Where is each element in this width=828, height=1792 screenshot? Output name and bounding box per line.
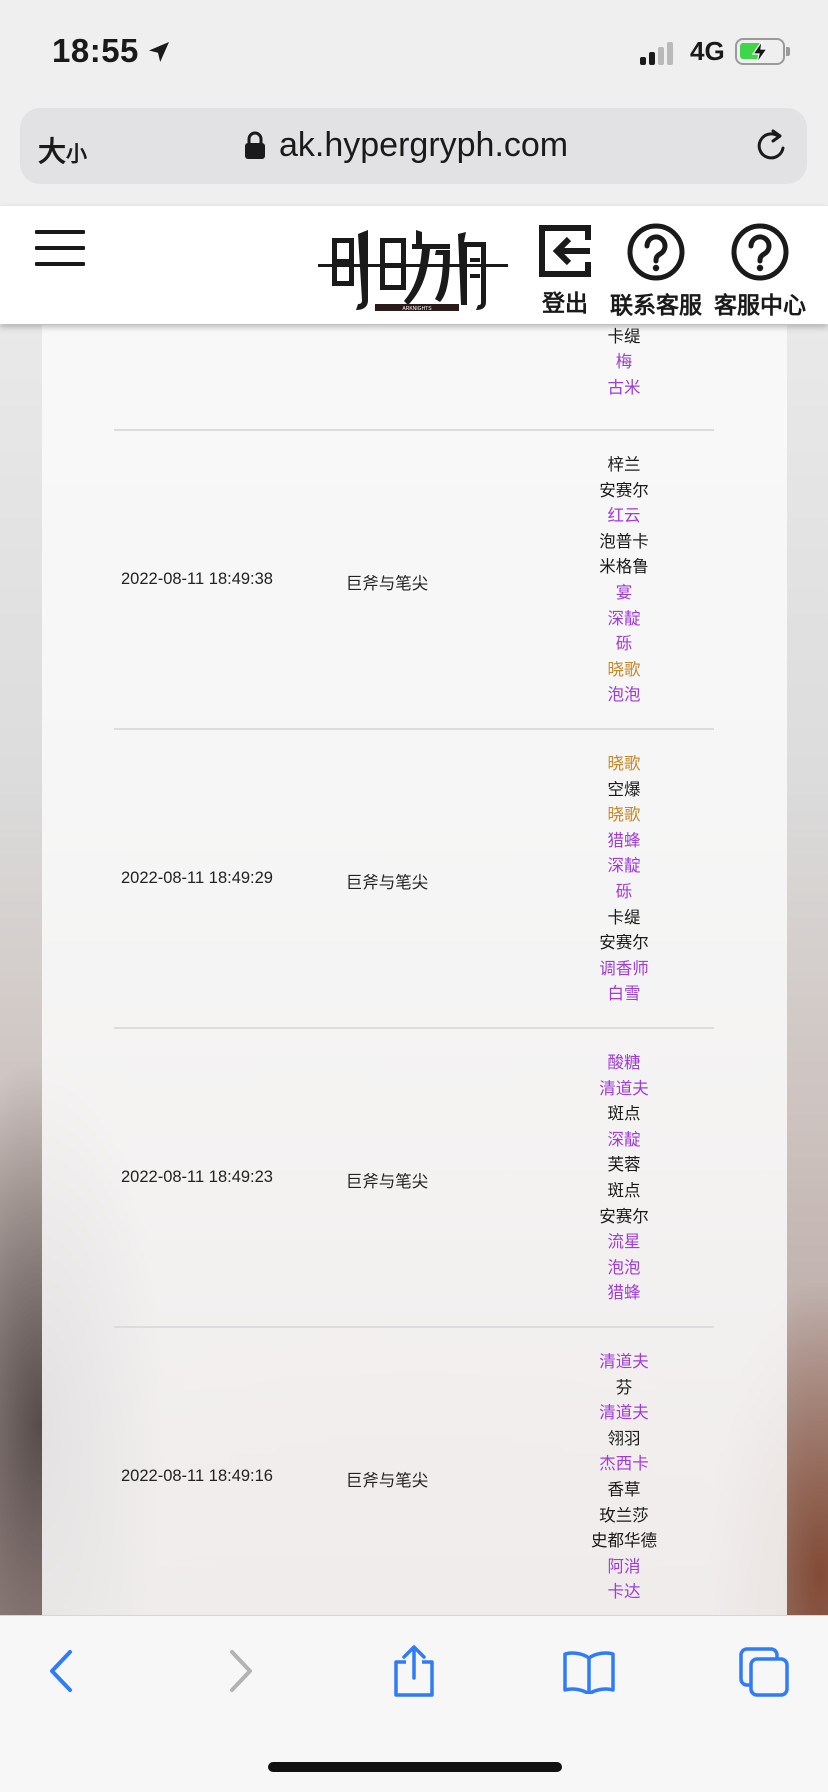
operator-name: 卡达 [607,1583,641,1602]
contact-support-button[interactable]: 联系客服 [610,222,702,320]
operator-name: 阿消 [607,1557,641,1576]
operator-name: 调香师 [599,959,649,978]
battery-charging-icon [735,38,790,65]
operator-name: 深靛 [607,609,641,628]
operator-name: 红云 [607,507,641,526]
operator-name: 古米 [607,378,641,397]
row-divider [114,1326,714,1328]
question-circle-icon [731,223,789,281]
network-type: 4G [690,36,725,66]
operator-name: 猎蜂 [607,831,641,850]
status-time: 18:55 [52,32,139,69]
forward-icon[interactable] [224,1648,258,1694]
record-time: 2022-08-11 18:49:23 [121,1168,273,1186]
operator-name: 芬 [615,1378,633,1397]
address-bar[interactable]: 大小 ak.hypergryph.com [20,108,807,184]
operator-name: 泡泡 [607,1258,641,1277]
text-size-button[interactable]: 大小 [38,130,87,170]
operator-name: 杰西卡 [599,1455,649,1474]
operator-name: 泡普卡 [599,532,649,551]
operator-name: 深靛 [607,1130,641,1149]
row-divider [114,1027,714,1029]
operator-name: 深靛 [607,857,641,876]
row-divider [114,429,714,431]
svg-text:ARKNIGHTS: ARKNIGHTS [402,306,432,312]
operator-name: 翎羽 [607,1429,641,1448]
record-time: 2022-08-11 18:49:38 [121,570,273,588]
text-size-small-label: 小 [66,143,88,166]
operator-name: 米格鲁 [599,558,649,577]
operator-list: 梓兰 安赛尔 红云 泡普卡 米格鲁 宴 深靛 砾 晓歌 泡泡 [564,453,684,709]
record-time: 2022-08-11 18:49:29 [121,869,273,887]
question-circle-icon [627,223,685,281]
operator-name: 晓歌 [607,660,641,679]
operator-name: 砾 [615,882,633,901]
bookmarks-icon[interactable] [562,1650,616,1694]
operator-name: 清道夫 [599,1079,649,1098]
operator-name: 酸糖 [607,1054,641,1072]
gacha-record-list[interactable]: 卡缇 梅 古米 2022-08-11 18:49:38 巨斧与笔尖 梓兰 安赛尔… [42,325,787,1615]
operator-name: 空爆 [607,780,641,799]
text-size-large-label: 大 [38,136,67,167]
record-pool: 巨斧与笔尖 [345,1173,429,1191]
home-indicator [268,1762,562,1772]
back-icon[interactable] [44,1648,78,1694]
operator-name: 梓兰 [607,456,641,474]
operator-list: 清道夫 芬 清道夫 翎羽 杰西卡 香草 玫兰莎 史都华德 阿消 卡达 [564,1350,684,1606]
operator-name: 清道夫 [599,1353,649,1371]
row-divider [114,728,714,730]
status-bar: 18:55 4G [0,0,828,100]
operator-name: 梅 [615,353,633,372]
operator-name: 斑点 [607,1105,641,1124]
share-icon[interactable] [392,1644,436,1698]
record-pool: 巨斧与笔尖 [345,1472,429,1490]
operator-name: 卡缇 [607,908,641,927]
operator-name: 晓歌 [607,806,641,825]
site-header: ARKNIGHTS 登出 联系客服 客服中心 [0,206,828,324]
record-pool: 巨斧与笔尖 [345,874,429,892]
operator-list: 卡缇 梅 古米 [564,325,684,401]
operator-name: 玫兰莎 [599,1506,649,1525]
operator-name: 流星 [607,1233,641,1252]
reload-icon[interactable] [754,128,790,164]
contact-support-label: 联系客服 [610,292,702,318]
operator-name: 安赛尔 [599,481,649,500]
operator-name: 安赛尔 [599,1207,649,1226]
help-center-label: 客服中心 [714,292,806,318]
operator-name: 宴 [615,583,633,602]
logout-button[interactable]: 登出 [536,222,594,318]
menu-icon[interactable] [35,230,85,266]
operator-list: 晓歌 空爆 晓歌 猎蜂 深靛 砾 卡缇 安赛尔 调香师 白雪 [564,752,684,1008]
operator-name: 清道夫 [599,1404,649,1423]
record-time: 2022-08-11 18:49:16 [121,1467,273,1485]
operator-name: 安赛尔 [599,934,649,953]
operator-name: 猎蜂 [607,1284,641,1303]
tabs-icon[interactable] [738,1646,790,1698]
operator-name: 泡泡 [607,686,641,705]
operator-name: 晓歌 [607,755,641,773]
arknights-logo[interactable]: ARKNIGHTS [318,220,508,320]
operator-name: 白雪 [607,985,641,1004]
url-text[interactable]: ak.hypergryph.com [279,126,568,165]
location-arrow-icon [149,42,169,62]
help-center-button[interactable]: 客服中心 [714,222,806,320]
operator-name: 斑点 [607,1181,641,1200]
operator-name: 香草 [607,1480,641,1499]
operator-name: 史都华德 [591,1532,657,1551]
logout-icon [539,225,591,277]
operator-name: 芙蓉 [607,1156,641,1175]
lock-icon [245,131,265,159]
operator-list: 酸糖 清道夫 斑点 深靛 芙蓉 斑点 安赛尔 流星 泡泡 猎蜂 [564,1051,684,1307]
operator-name: 砾 [615,635,633,654]
record-pool: 巨斧与笔尖 [345,575,429,593]
operator-name: 卡缇 [607,327,641,346]
logout-label: 登出 [542,290,588,316]
cellular-signal-icon [640,42,673,65]
